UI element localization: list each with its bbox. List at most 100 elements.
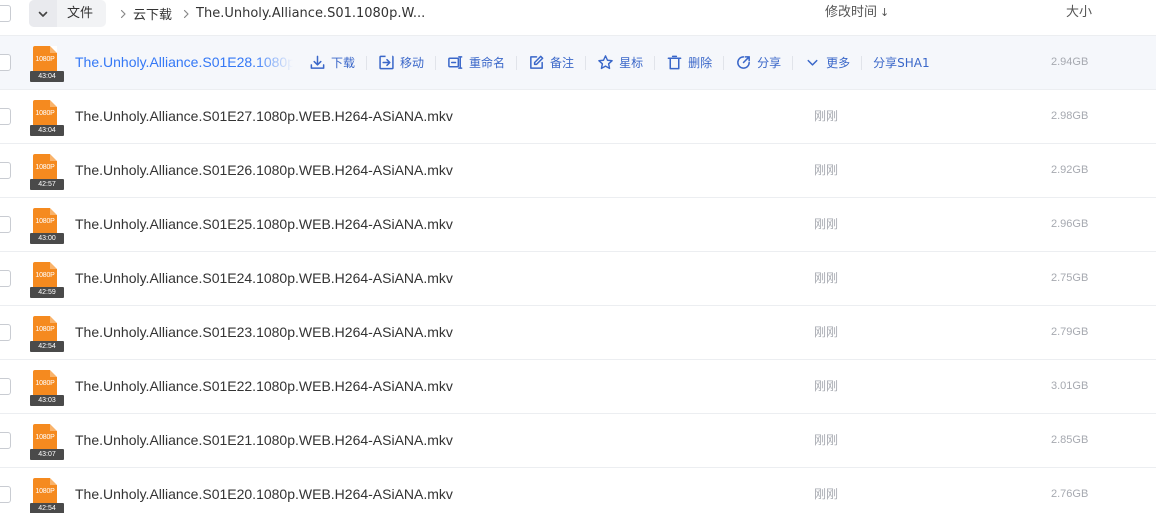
file-size: 2.76GB — [1051, 488, 1089, 500]
file-row[interactable]: 1080P 42:54 The.Unholy.Alliance.S01E20.1… — [0, 468, 1156, 513]
file-row[interactable]: 1080P 43:03 The.Unholy.Alliance.S01E22.1… — [0, 360, 1156, 414]
modified-time: 刚刚 — [814, 433, 839, 447]
file-browser: 文件 云下载 The.Unholy.Alliance.S01.1080p.W..… — [0, 0, 1156, 513]
chevron-right-icon — [183, 9, 189, 18]
row-checkbox[interactable] — [0, 324, 11, 341]
duration-badge: 42:54 — [30, 341, 64, 352]
file-size: 2.79GB — [1051, 326, 1089, 338]
duration-badge: 43:00 — [30, 233, 64, 244]
rename-button[interactable]: 重命名 — [447, 53, 505, 73]
size-header[interactable]: 大小 — [1066, 0, 1092, 25]
move-label: 移动 — [400, 56, 425, 70]
more-label: 更多 — [826, 56, 851, 70]
file-row[interactable]: 1080P 43:04 The.Unholy.Alliance.S01E27.1… — [0, 90, 1156, 144]
row-checkbox[interactable] — [0, 108, 11, 125]
resolution-badge: 1080P — [35, 488, 55, 495]
note-label: 备注 — [550, 56, 575, 70]
edit-icon — [530, 55, 544, 69]
sort-by-modified-header[interactable]: 修改时间 ↓ — [825, 0, 889, 25]
file-row[interactable]: 1080P 42:59 The.Unholy.Alliance.S01E24.1… — [0, 252, 1156, 306]
file-row[interactable]: 1080P 43:00 The.Unholy.Alliance.S01E25.1… — [0, 198, 1156, 252]
star-button[interactable]: 星标 — [597, 53, 643, 73]
row-action-toolbar: 下载 移动 重命名 备注 星标 删除 分享 更多 分享SHA1 — [309, 36, 930, 89]
breadcrumb-item[interactable]: 云下载 — [133, 4, 172, 23]
row-checkbox[interactable] — [0, 162, 11, 179]
resolution-badge: 1080P — [35, 56, 55, 63]
divider — [792, 55, 794, 70]
nav-dropdown-button[interactable] — [29, 0, 57, 27]
more-button[interactable]: 更多 — [804, 53, 850, 73]
breadcrumb-item-current[interactable]: The.Unholy.Alliance.S01.1080p.W... — [196, 6, 425, 21]
file-name[interactable]: The.Unholy.Alliance.S01E27.1080p.WEB.H26… — [75, 90, 453, 143]
duration-badge: 43:07 — [30, 449, 64, 460]
row-checkbox[interactable] — [0, 378, 11, 395]
video-file-icon: 1080P 43:04 — [30, 100, 64, 136]
modified-time: 刚刚 — [814, 163, 839, 177]
file-size: 3.01GB — [1051, 380, 1089, 392]
chevron-right-icon — [120, 9, 126, 18]
file-name[interactable]: The.Unholy.Alliance.S01E28.1080p.WEB.H26… — [75, 36, 293, 89]
download-button[interactable]: 下载 — [309, 53, 355, 73]
row-checkbox[interactable] — [0, 432, 11, 449]
chevron-down-icon — [807, 59, 818, 66]
breadcrumb-root-group: 文件 — [29, 0, 107, 27]
duration-badge: 42:57 — [30, 179, 64, 190]
list-header: 文件 云下载 The.Unholy.Alliance.S01.1080p.W..… — [0, 0, 1156, 36]
download-icon — [310, 55, 325, 69]
video-file-icon: 1080P 43:00 — [30, 208, 64, 244]
row-checkbox[interactable] — [0, 216, 11, 233]
modified-time: 刚刚 — [814, 217, 839, 231]
duration-badge: 43:03 — [30, 395, 64, 406]
file-size: 2.92GB — [1051, 164, 1089, 176]
rename-icon — [448, 56, 463, 69]
file-row[interactable]: 1080P 42:54 The.Unholy.Alliance.S01E23.1… — [0, 306, 1156, 360]
modified-time: 刚刚 — [814, 379, 839, 393]
row-checkbox[interactable] — [0, 54, 11, 71]
select-all-checkbox[interactable] — [0, 5, 11, 22]
duration-badge: 42:54 — [30, 503, 64, 513]
file-row[interactable]: 1080P 42:57 The.Unholy.Alliance.S01E26.1… — [0, 144, 1156, 198]
file-name[interactable]: The.Unholy.Alliance.S01E25.1080p.WEB.H26… — [75, 198, 453, 251]
video-file-icon: 1080P 42:54 — [30, 316, 64, 352]
divider — [723, 55, 725, 70]
duration-badge: 43:04 — [30, 71, 64, 82]
share-sha1-button[interactable]: 分享SHA1 — [873, 53, 930, 73]
file-size: 2.96GB — [1051, 218, 1089, 230]
file-row[interactable]: 1080P 43:07 The.Unholy.Alliance.S01E21.1… — [0, 414, 1156, 468]
star-icon — [598, 55, 613, 70]
file-name[interactable]: The.Unholy.Alliance.S01E23.1080p.WEB.H26… — [75, 306, 453, 359]
file-name[interactable]: The.Unholy.Alliance.S01E26.1080p.WEB.H26… — [75, 144, 453, 197]
row-checkbox[interactable] — [0, 486, 11, 503]
row-checkbox[interactable] — [0, 270, 11, 287]
move-button[interactable]: 移动 — [378, 53, 424, 73]
modified-time: 刚刚 — [814, 325, 839, 339]
chevron-down-icon — [38, 11, 48, 17]
file-name[interactable]: The.Unholy.Alliance.S01E20.1080p.WEB.H26… — [75, 468, 453, 513]
file-name[interactable]: The.Unholy.Alliance.S01E21.1080p.WEB.H26… — [75, 414, 453, 467]
video-file-icon: 1080P 42:57 — [30, 154, 64, 190]
duration-badge: 42:59 — [30, 287, 64, 298]
share-icon — [737, 56, 751, 69]
share-sha1-label: 分享SHA1 — [873, 56, 930, 70]
sort-desc-icon: ↓ — [880, 6, 890, 19]
file-name[interactable]: The.Unholy.Alliance.S01E24.1080p.WEB.H26… — [75, 252, 453, 305]
file-size: 2.98GB — [1051, 110, 1089, 122]
breadcrumb: 云下载 The.Unholy.Alliance.S01.1080p.W... — [117, 0, 433, 27]
divider — [654, 55, 656, 70]
rename-label: 重命名 — [469, 56, 506, 70]
resolution-badge: 1080P — [35, 272, 55, 279]
breadcrumb-root[interactable]: 文件 — [57, 0, 106, 27]
file-size: 2.75GB — [1051, 272, 1089, 284]
move-icon — [379, 55, 394, 70]
trash-icon — [667, 55, 682, 70]
delete-label: 删除 — [688, 56, 713, 70]
note-button[interactable]: 备注 — [528, 53, 574, 73]
video-file-icon: 1080P 43:03 — [30, 370, 64, 406]
divider — [585, 55, 587, 70]
file-name[interactable]: The.Unholy.Alliance.S01E22.1080p.WEB.H26… — [75, 360, 453, 413]
resolution-badge: 1080P — [35, 110, 55, 117]
delete-button[interactable]: 删除 — [666, 53, 712, 73]
file-row[interactable]: 1080P 43:04 The.Unholy.Alliance.S01E28.1… — [0, 36, 1156, 90]
modified-header-label: 修改时间 — [825, 5, 878, 20]
share-button[interactable]: 分享 — [735, 53, 781, 73]
